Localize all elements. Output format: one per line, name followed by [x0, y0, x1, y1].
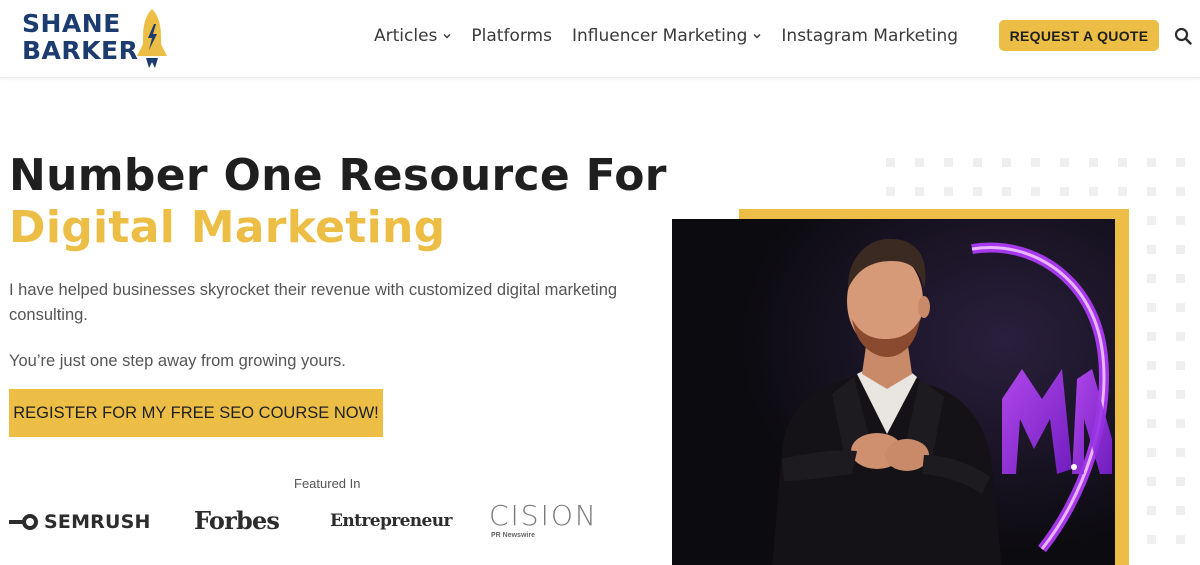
grid-dot	[1147, 390, 1156, 399]
main-nav: Articles Platforms Influencer Marketing …	[374, 24, 978, 48]
grid-dot	[1147, 187, 1156, 196]
nav-item-articles[interactable]: Articles	[374, 24, 451, 48]
grid-dot	[915, 158, 924, 167]
grid-dot	[1147, 245, 1156, 254]
grid-dot	[1118, 187, 1127, 196]
hero-description: I have helped businesses skyrocket their…	[9, 281, 618, 324]
grid-dot	[1147, 506, 1156, 515]
nav-item-label: Platforms	[471, 26, 552, 46]
grid-dot	[1147, 419, 1156, 428]
chevron-down-icon	[753, 33, 761, 39]
grid-dot	[1147, 274, 1156, 283]
grid-dot	[973, 158, 982, 167]
grid-dot	[1089, 158, 1098, 167]
grid-dot	[1147, 361, 1156, 370]
grid-dot	[1147, 535, 1156, 544]
grid-dot	[1031, 187, 1040, 196]
grid-dot	[1176, 332, 1185, 341]
grid-dot	[944, 187, 953, 196]
search-icon[interactable]	[1174, 27, 1192, 45]
hero-title: Number One Resource For Digital Marketin…	[9, 150, 667, 254]
grid-dot	[915, 187, 924, 196]
grid-dot	[1176, 216, 1185, 225]
site-header: SHANE BARKER Articles Platforms Influenc…	[0, 0, 1200, 78]
grid-dot	[1147, 216, 1156, 225]
grid-dot	[1176, 535, 1185, 544]
hero-title-line-1: Number One Resource For	[9, 150, 667, 201]
featured-in-label: Featured In	[294, 476, 361, 491]
entrepreneur-logo: Entrepreneur	[330, 511, 453, 531]
nav-item-influencer-marketing[interactable]: Influencer Marketing	[572, 24, 761, 48]
grid-dot	[1147, 158, 1156, 167]
logo-line-2: BARKER	[22, 36, 139, 65]
hero-title-line-2: Digital Marketing	[9, 202, 446, 253]
rocket-icon	[137, 9, 167, 68]
grid-dot	[1147, 332, 1156, 341]
grid-dot	[944, 158, 953, 167]
grid-dot	[1002, 158, 1011, 167]
nav-item-platforms[interactable]: Platforms	[471, 24, 552, 48]
logo-line-1: SHANE	[22, 9, 121, 38]
grid-dot	[1176, 158, 1185, 167]
nav-item-label: Articles	[374, 26, 438, 46]
grid-dot	[1176, 245, 1185, 254]
grid-dot	[1147, 303, 1156, 312]
grid-dot	[1147, 477, 1156, 486]
nav-item-instagram-marketing[interactable]: Instagram Marketing	[781, 24, 958, 48]
grid-dot	[1002, 187, 1011, 196]
hero-subtext: You’re just one step away from growing y…	[9, 352, 346, 370]
grid-dot	[1176, 390, 1185, 399]
semrush-text: SEMRUSH	[44, 511, 151, 533]
request-quote-button[interactable]: REQUEST A QUOTE	[999, 20, 1159, 51]
grid-dot	[973, 187, 982, 196]
logo-text: SHANE BARKER	[22, 10, 138, 64]
grid-dot	[1176, 361, 1185, 370]
grid-dot	[886, 158, 895, 167]
grid-dot	[886, 187, 895, 196]
grid-dot	[1176, 506, 1185, 515]
forbes-logo: Forbes	[194, 506, 280, 535]
nav-item-label: Influencer Marketing	[571, 26, 748, 46]
speaker-illustration	[672, 219, 1115, 565]
chevron-down-icon	[443, 33, 451, 39]
grid-dot	[1118, 158, 1127, 167]
grid-dot	[1176, 477, 1185, 486]
cision-subtitle: PR Newswire	[491, 532, 535, 539]
speaker-photo	[672, 219, 1115, 565]
grid-dot	[1176, 274, 1185, 283]
grid-dot	[1060, 158, 1069, 167]
semrush-mark-icon	[9, 514, 38, 530]
grid-dot	[1147, 448, 1156, 457]
nav-item-label: Instagram Marketing	[781, 26, 959, 46]
semrush-logo: SEMRUSH	[9, 511, 151, 533]
grid-dot	[1031, 158, 1040, 167]
grid-dot	[1060, 187, 1069, 196]
grid-dot	[1176, 448, 1185, 457]
grid-dot	[1176, 187, 1185, 196]
cision-logo: CISION	[489, 499, 598, 532]
register-seo-course-button[interactable]: REGISTER FOR MY FREE SEO COURSE NOW!	[9, 389, 383, 437]
site-logo[interactable]: SHANE BARKER	[22, 8, 172, 72]
grid-dot	[1089, 187, 1098, 196]
grid-dot	[1176, 303, 1185, 312]
grid-dot	[1176, 419, 1185, 428]
